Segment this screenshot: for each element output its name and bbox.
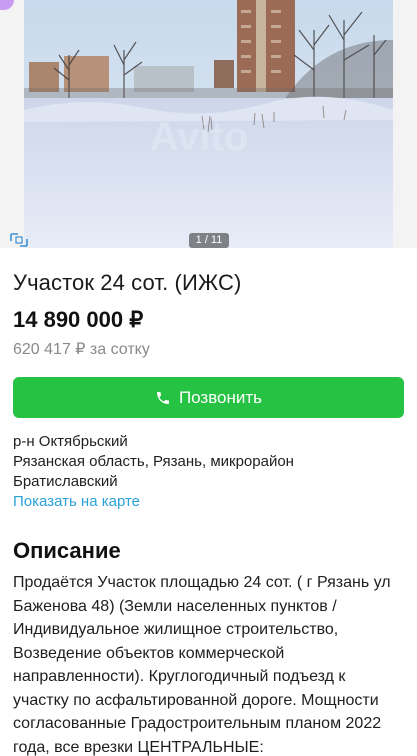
address-district: р-н Октябрьский bbox=[13, 433, 128, 450]
watermark: Avito bbox=[150, 115, 249, 159]
corner-accent bbox=[0, 0, 14, 10]
show-on-map-link[interactable]: Показать на карте bbox=[13, 493, 140, 510]
listing-photo[interactable]: Avito bbox=[24, 0, 393, 248]
photo-counter: 1 / 11 bbox=[189, 233, 229, 248]
photo-gallery[interactable]: Avito 1 / 11 bbox=[0, 0, 417, 248]
listing-title: Участок 24 сот. (ИЖС) bbox=[13, 270, 242, 295]
description-text: Продаётся Участок площадью 24 сот. ( г Р… bbox=[13, 574, 391, 756]
address-full: Рязанская область, Рязань, микрорайон Бр… bbox=[13, 453, 294, 490]
price-per-unit: 620 417 ₽ за сотку bbox=[13, 341, 150, 358]
phone-icon bbox=[156, 391, 169, 404]
description-heading: Описание bbox=[13, 538, 121, 563]
call-button-label: Позвонить bbox=[178, 387, 263, 407]
listing-price: 14 890 000 ₽ bbox=[13, 307, 144, 332]
fullscreen-icon[interactable] bbox=[10, 233, 28, 247]
call-button[interactable]: Позвонить bbox=[13, 377, 404, 418]
